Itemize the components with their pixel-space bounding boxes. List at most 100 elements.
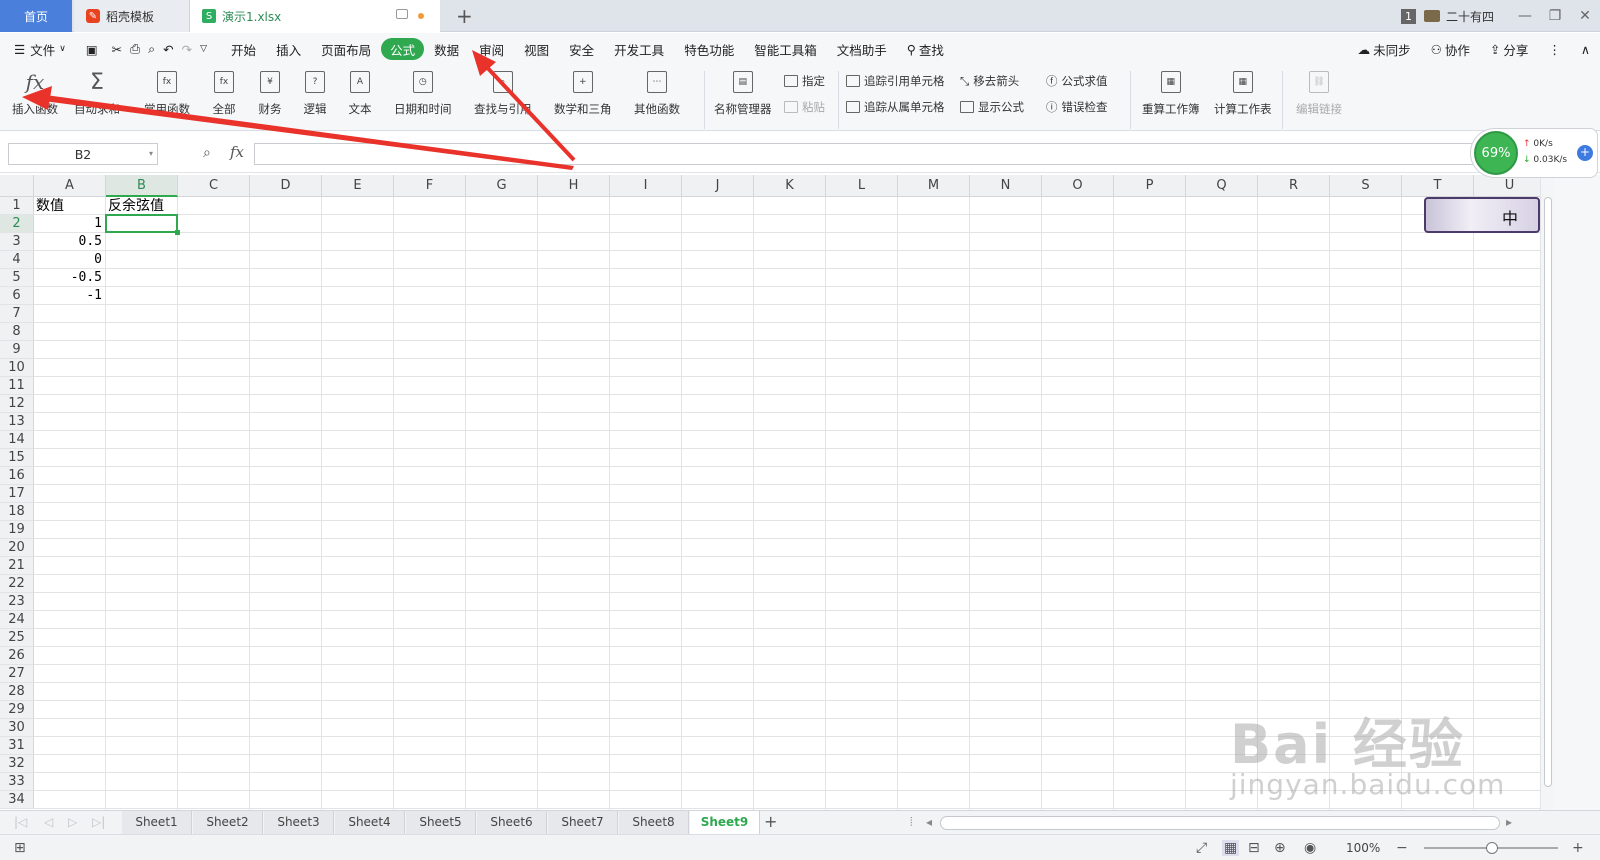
row-header-13[interactable]: 13 [0,413,34,431]
last-sheet-icon[interactable]: ▷| [92,815,105,829]
sheet-tab-sheet8[interactable]: Sheet8 [619,811,689,834]
sheet-tab-sheet1[interactable]: Sheet1 [122,811,192,834]
column-header-r[interactable]: R [1258,175,1330,197]
row-header-34[interactable]: 34 [0,791,34,809]
row-header-3[interactable]: 3 [0,233,34,251]
page-layout-icon[interactable]: ⊕ [1274,840,1286,856]
trace-dependents-button[interactable]: 追踪从属单元格 [846,99,945,115]
window-count-badge[interactable]: 1 [1400,8,1416,24]
zoom-formula-icon[interactable]: ⌕ [203,145,211,161]
row-header-4[interactable]: 4 [0,251,34,269]
menu-doc-assistant[interactable]: 文档助手 [827,38,897,60]
normal-view-icon[interactable]: ▦ [1222,840,1240,856]
datetime-button[interactable]: ◷ 日期和时间 [394,69,452,117]
zoom-level[interactable]: 100% [1346,841,1380,855]
select-all-corner[interactable] [0,175,34,197]
calc-sheet-button[interactable]: ▦ 计算工作表 [1214,69,1272,117]
sheet-tab-sheet4[interactable]: Sheet4 [335,811,405,834]
other-functions-button[interactable]: ⋯ 其他函数 [634,69,680,117]
zoom-out-icon[interactable]: − [1396,840,1408,856]
evaluate-formula-button[interactable]: ⓕ 公式求值 [1046,73,1108,89]
math-button[interactable]: + 数学和三角 [554,69,612,117]
name-manager-button[interactable]: ▤ 名称管理器 [714,69,772,117]
row-header-17[interactable]: 17 [0,485,34,503]
sheet-tab-sheet3[interactable]: Sheet3 [264,811,334,834]
lookup-button[interactable]: ⌕ 查找与引用 [474,69,532,117]
row-header-9[interactable]: 9 [0,341,34,359]
sync-status[interactable]: ☁ 未同步 [1348,38,1421,60]
row-header-12[interactable]: 12 [0,395,34,413]
print-icon[interactable]: ⎙ [126,38,144,60]
first-sheet-icon[interactable]: |◁ [14,815,27,829]
column-header-q[interactable]: Q [1186,175,1258,197]
user-avatar[interactable] [1423,10,1440,22]
sheet-tab-sheet6[interactable]: Sheet6 [477,811,547,834]
error-check-button[interactable]: ⓘ 错误检查 [1046,99,1108,115]
sheet-tab-sheet2[interactable]: Sheet2 [193,811,263,834]
eye-protect-icon[interactable]: ◉ [1304,840,1316,856]
text-functions-button[interactable]: A 文本 [348,69,372,117]
save-icon[interactable]: ▣ [76,38,108,60]
sheet-tab-sheet9[interactable]: Sheet9 [690,811,760,834]
cell-a5[interactable]: -0.5 [34,269,102,287]
row-header-18[interactable]: 18 [0,503,34,521]
monitor-icon[interactable] [396,9,408,19]
row-header-5[interactable]: 5 [0,269,34,287]
row-header-1[interactable]: 1 [0,197,34,215]
collab-button[interactable]: ⚇ 协作 [1421,38,1480,60]
column-header-s[interactable]: S [1330,175,1402,197]
format-painter-icon[interactable]: ✂ [108,38,126,60]
minimize-button[interactable]: — [1510,8,1540,24]
menu-security[interactable]: 安全 [559,38,604,60]
remove-arrows-button[interactable]: ⤡ 移去箭头 [960,73,1019,89]
menu-review[interactable]: 审阅 [469,38,514,60]
row-header-15[interactable]: 15 [0,449,34,467]
menu-search[interactable]: ⚲ 查找 [897,38,954,60]
row-header-6[interactable]: 6 [0,287,34,305]
macro-record-icon[interactable]: ⊞ [14,840,26,856]
cell-a3[interactable]: 0.5 [34,233,102,251]
network-plus-icon[interactable]: + [1577,145,1593,161]
recalc-workbook-button[interactable]: ▦ 重算工作簿 [1142,69,1200,117]
collapse-ribbon-icon[interactable]: ∧ [1571,38,1600,60]
insert-function-button[interactable]: fx 插入函数 [12,69,58,117]
column-header-b[interactable]: B [106,175,178,197]
new-tab-button[interactable]: + [456,4,473,28]
page-break-icon[interactable]: ⊟ [1248,840,1260,856]
autosum-button[interactable]: Σ 自动求和 [74,69,120,117]
column-header-c[interactable]: C [178,175,250,197]
menu-features[interactable]: 特色功能 [674,38,744,60]
menu-developer[interactable]: 开发工具 [604,38,674,60]
column-header-l[interactable]: L [826,175,898,197]
tab-template[interactable]: ✎ 稻壳模板 [74,0,190,32]
row-header-19[interactable]: 19 [0,521,34,539]
column-header-t[interactable]: T [1402,175,1474,197]
row-header-25[interactable]: 25 [0,629,34,647]
restore-button[interactable]: ❐ [1540,8,1570,24]
row-header-21[interactable]: 21 [0,557,34,575]
row-header-33[interactable]: 33 [0,773,34,791]
redo-icon[interactable]: ↷ [178,38,196,60]
menu-view[interactable]: 视图 [514,38,559,60]
more-icon[interactable]: ⋮ [1538,38,1571,60]
row-header-28[interactable]: 28 [0,683,34,701]
cell-a1[interactable]: 数值 [36,197,64,215]
row-header-29[interactable]: 29 [0,701,34,719]
column-header-n[interactable]: N [970,175,1042,197]
selected-cell-b2[interactable] [105,214,180,235]
column-header-m[interactable]: M [898,175,970,197]
zoom-slider-knob[interactable] [1486,842,1498,854]
menu-smart-toolbox[interactable]: 智能工具箱 [744,38,827,60]
row-header-16[interactable]: 16 [0,467,34,485]
formula-input[interactable] [254,143,1474,165]
column-header-j[interactable]: J [682,175,754,197]
column-header-f[interactable]: F [394,175,466,197]
row-header-7[interactable]: 7 [0,305,34,323]
file-menu[interactable]: ☰ 文件 ∨ [0,38,76,60]
add-sheet-button[interactable]: + [764,812,777,831]
cell-a6[interactable]: -1 [34,287,102,305]
menu-page-layout[interactable]: 页面布局 [311,38,381,60]
column-header-a[interactable]: A [34,175,106,197]
row-header-24[interactable]: 24 [0,611,34,629]
menu-insert[interactable]: 插入 [266,38,311,60]
